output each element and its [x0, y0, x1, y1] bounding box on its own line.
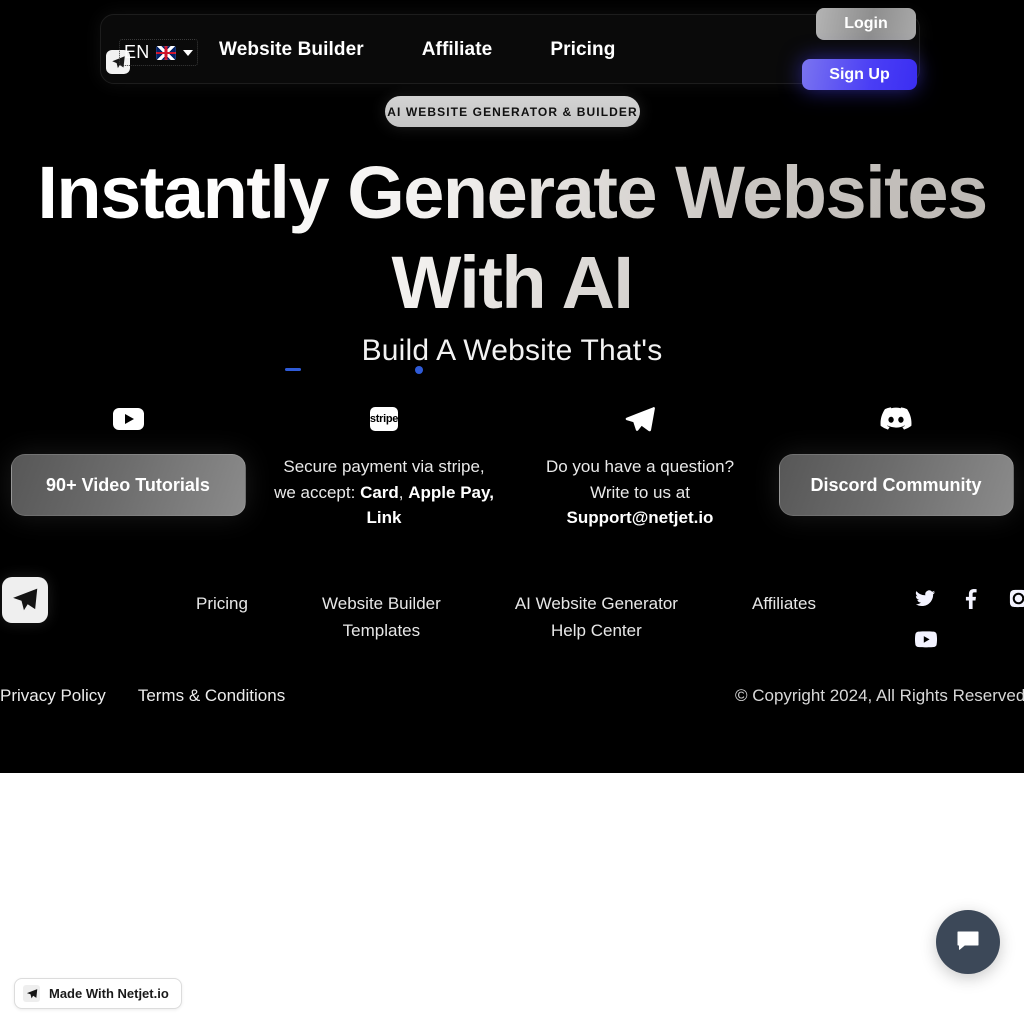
support-email: Support@netjet.io [566, 508, 714, 527]
chat-bubble-icon [957, 931, 979, 950]
footer-column-3: AI Website Generator Help Center [515, 592, 678, 643]
discord-community-button[interactable]: Discord Community [778, 454, 1014, 516]
footer-link-pricing[interactable]: Pricing [196, 592, 248, 616]
twitter-icon[interactable] [915, 588, 936, 609]
copyright-text: © Copyright 2024, All Rights Reserved [735, 686, 1024, 705]
payment-line-2-post: , [398, 482, 404, 502]
footer-link-templates[interactable]: Templates [343, 619, 420, 643]
language-code: EN [124, 42, 150, 62]
feature-column-discord: Discord Community [768, 396, 1024, 531]
feature-column-tutorials: 90+ Video Tutorials [0, 396, 256, 531]
top-navigation-bar: EN Website Builder Affiliate Pricing Log… [100, 8, 920, 90]
page-root: EN Website Builder Affiliate Pricing Log… [0, 0, 1024, 1024]
chat-widget-button[interactable] [936, 910, 1000, 974]
discord-icon [880, 396, 912, 442]
legal-links: Privacy Policy Terms & Conditions [0, 686, 285, 706]
payment-line-1: Secure payment via [283, 457, 434, 476]
nav-link-pricing[interactable]: Pricing [550, 39, 615, 61]
footer-column-2: Website Builder Templates [322, 592, 441, 643]
footer-column-1: Pricing [196, 592, 248, 616]
youtube-icon [112, 396, 144, 442]
paper-plane-icon [13, 588, 38, 611]
footer-link-affiliates[interactable]: Affiliates [752, 592, 816, 616]
footer-link-website-builder[interactable]: Website Builder [322, 592, 441, 616]
paper-plane-icon [23, 985, 40, 1002]
footer-link-help-center[interactable]: Help Center [551, 619, 642, 643]
support-line-1: Do you have a question? [545, 457, 735, 476]
support-line-2: Write to us at [590, 482, 690, 502]
typewriter-dot-accent [415, 366, 423, 374]
made-with-netjet-badge[interactable]: Made With Netjet.io [14, 978, 182, 1009]
support-description: Do you have a question? Write to us at S… [530, 454, 750, 531]
terms-conditions-link[interactable]: Terms & Conditions [138, 686, 285, 706]
facebook-icon[interactable] [962, 588, 982, 609]
footer-column-4: Affiliates [752, 592, 816, 616]
telegram-icon [623, 396, 657, 442]
page-title: Instantly Generate Websites With AI [0, 148, 1024, 328]
nav-link-affiliate[interactable]: Affiliate [422, 39, 493, 61]
feature-columns: 90+ Video Tutorials stripe Secure paymen… [0, 396, 1024, 531]
hero-badge: AI WEBSITE GENERATOR & BUILDER [385, 96, 640, 127]
login-button[interactable]: Login [816, 8, 916, 40]
privacy-policy-link[interactable]: Privacy Policy [0, 686, 106, 706]
payment-description: Secure payment via stripe, we accept: Ca… [274, 454, 494, 531]
footer-link-ai-website-generator[interactable]: AI Website Generator [515, 592, 678, 616]
chevron-down-icon [183, 49, 194, 56]
youtube-icon[interactable] [915, 631, 937, 648]
typewriter-underline-accent [285, 368, 301, 371]
made-with-label: Made With Netjet.io [49, 986, 169, 1001]
footer-brand-logo[interactable] [2, 577, 48, 623]
stripe-icon: stripe [370, 396, 398, 442]
footer-navigation: Pricing Website Builder Templates AI Web… [196, 592, 816, 643]
stripe-wordmark: stripe [370, 407, 398, 431]
nav-link-website-builder[interactable]: Website Builder [219, 39, 364, 61]
footer-bottom-bar: Privacy Policy Terms & Conditions © Copy… [0, 686, 1024, 712]
hero-subtitle: Build A Website That's [361, 334, 663, 367]
uk-flag-icon [156, 45, 177, 60]
feature-column-payment: stripe Secure payment via stripe, we acc… [256, 396, 512, 531]
social-links [915, 588, 1024, 648]
video-tutorials-button[interactable]: 90+ Video Tutorials [10, 454, 246, 516]
instagram-icon[interactable] [1008, 588, 1024, 609]
feature-column-support: Do you have a question? Write to us at S… [512, 396, 768, 531]
primary-nav-links: Website Builder Affiliate Pricing [219, 15, 615, 85]
payment-card-label: Card [360, 482, 399, 502]
signup-button[interactable]: Sign Up [802, 59, 917, 90]
language-selector[interactable]: EN [119, 39, 199, 66]
